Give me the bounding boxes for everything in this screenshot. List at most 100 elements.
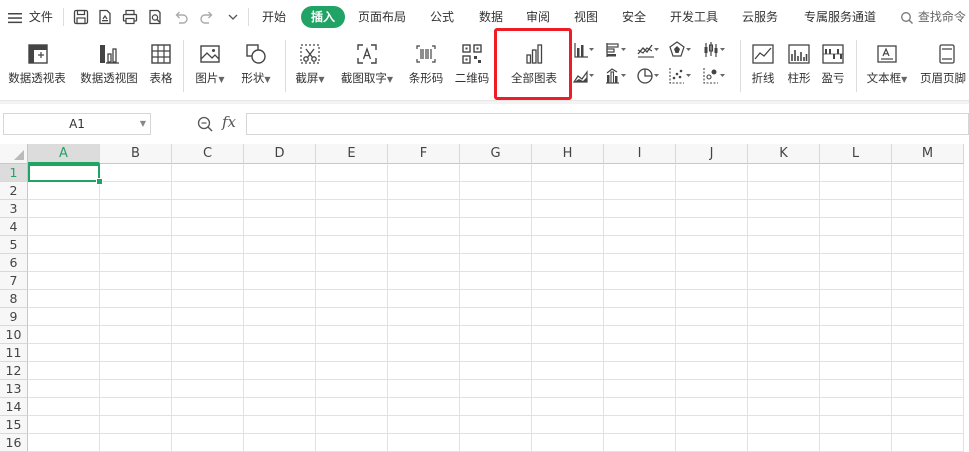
cell-l4[interactable] — [820, 218, 892, 236]
tab-insert[interactable]: 插入 — [301, 6, 345, 28]
cell-l7[interactable] — [820, 272, 892, 290]
cell-j8[interactable] — [676, 290, 748, 308]
cell-d9[interactable] — [244, 308, 316, 326]
cell-b16[interactable] — [100, 434, 172, 452]
cell-h16[interactable] — [532, 434, 604, 452]
row-header-1[interactable]: 1 — [0, 164, 28, 182]
row-header-3[interactable]: 3 — [0, 200, 28, 218]
row-header-12[interactable]: 12 — [0, 362, 28, 380]
cell-h5[interactable] — [532, 236, 604, 254]
cell-m11[interactable] — [892, 344, 964, 362]
column-header-a[interactable]: A — [28, 144, 100, 164]
cell-i16[interactable] — [604, 434, 676, 452]
column-header-f[interactable]: F — [388, 144, 460, 164]
formula-input[interactable] — [246, 113, 969, 135]
cell-a13[interactable] — [28, 380, 100, 398]
cell-k8[interactable] — [748, 290, 820, 308]
cell-m2[interactable] — [892, 182, 964, 200]
cell-f8[interactable] — [388, 290, 460, 308]
cell-m10[interactable] — [892, 326, 964, 344]
cell-e14[interactable] — [316, 398, 388, 416]
cell-j5[interactable] — [676, 236, 748, 254]
cell-g4[interactable] — [460, 218, 532, 236]
cell-b9[interactable] — [100, 308, 172, 326]
cell-g9[interactable] — [460, 308, 532, 326]
cell-h11[interactable] — [532, 344, 604, 362]
cell-f6[interactable] — [388, 254, 460, 272]
cell-c14[interactable] — [172, 398, 244, 416]
cell-f2[interactable] — [388, 182, 460, 200]
column-header-h[interactable]: H — [532, 144, 604, 164]
column-header-m[interactable]: M — [892, 144, 964, 164]
cell-a8[interactable] — [28, 290, 100, 308]
cell-l9[interactable] — [820, 308, 892, 326]
cell-l6[interactable] — [820, 254, 892, 272]
cell-a11[interactable] — [28, 344, 100, 362]
search-command[interactable]: 查找命令 — [900, 6, 966, 28]
cell-a10[interactable] — [28, 326, 100, 344]
cell-c5[interactable] — [172, 236, 244, 254]
cell-g12[interactable] — [460, 362, 532, 380]
cell-d14[interactable] — [244, 398, 316, 416]
sparkline-winloss-button[interactable]: 盈亏 — [817, 40, 849, 96]
cell-i9[interactable] — [604, 308, 676, 326]
cell-e7[interactable] — [316, 272, 388, 290]
cell-f14[interactable] — [388, 398, 460, 416]
cell-e4[interactable] — [316, 218, 388, 236]
tab-developer[interactable]: 开发工具 — [664, 6, 724, 28]
cell-k4[interactable] — [748, 218, 820, 236]
tab-home[interactable]: 开始 — [255, 6, 293, 28]
cell-d6[interactable] — [244, 254, 316, 272]
cell-f11[interactable] — [388, 344, 460, 362]
cell-c16[interactable] — [172, 434, 244, 452]
tab-data[interactable]: 数据 — [469, 6, 513, 28]
cell-l15[interactable] — [820, 416, 892, 434]
cell-b10[interactable] — [100, 326, 172, 344]
select-all-corner[interactable] — [0, 144, 28, 164]
cell-a6[interactable] — [28, 254, 100, 272]
cell-k2[interactable] — [748, 182, 820, 200]
cell-b6[interactable] — [100, 254, 172, 272]
cell-g7[interactable] — [460, 272, 532, 290]
cell-g11[interactable] — [460, 344, 532, 362]
cell-e3[interactable] — [316, 200, 388, 218]
cell-f1[interactable] — [388, 164, 460, 182]
cell-h15[interactable] — [532, 416, 604, 434]
barcode-button[interactable]: 条形码 — [406, 40, 446, 96]
cell-f7[interactable] — [388, 272, 460, 290]
cell-a2[interactable] — [28, 182, 100, 200]
tab-view[interactable]: 视图 — [564, 6, 608, 28]
column-header-i[interactable]: I — [604, 144, 676, 164]
cell-m9[interactable] — [892, 308, 964, 326]
cell-e6[interactable] — [316, 254, 388, 272]
combo-chart-button[interactable] — [604, 66, 628, 86]
cell-m1[interactable] — [892, 164, 964, 182]
cell-c12[interactable] — [172, 362, 244, 380]
cell-f4[interactable] — [388, 218, 460, 236]
fill-handle[interactable] — [96, 178, 103, 185]
cell-k11[interactable] — [748, 344, 820, 362]
cell-c13[interactable] — [172, 380, 244, 398]
cell-g2[interactable] — [460, 182, 532, 200]
qrcode-button[interactable]: 二维码 — [452, 40, 492, 96]
pivot-chart-button[interactable]: 数据透视图 — [76, 40, 142, 96]
cell-g14[interactable] — [460, 398, 532, 416]
sparkline-line-button[interactable]: 折线 — [747, 40, 779, 96]
cell-l12[interactable] — [820, 362, 892, 380]
cell-j6[interactable] — [676, 254, 748, 272]
area-chart-button[interactable] — [572, 66, 596, 86]
cell-a4[interactable] — [28, 218, 100, 236]
tab-exclusive-service[interactable]: 专属服务通道 — [798, 6, 882, 28]
cell-e16[interactable] — [316, 434, 388, 452]
row-header-16[interactable]: 16 — [0, 434, 28, 452]
cell-h9[interactable] — [532, 308, 604, 326]
cell-b7[interactable] — [100, 272, 172, 290]
cell-c9[interactable] — [172, 308, 244, 326]
pie-chart-button[interactable] — [636, 66, 660, 86]
cell-h4[interactable] — [532, 218, 604, 236]
picture-button[interactable]: 图片▼ — [190, 40, 230, 96]
cell-h2[interactable] — [532, 182, 604, 200]
bar-chart-horizontal-button[interactable] — [604, 40, 628, 60]
cell-g3[interactable] — [460, 200, 532, 218]
column-header-d[interactable]: D — [244, 144, 316, 164]
